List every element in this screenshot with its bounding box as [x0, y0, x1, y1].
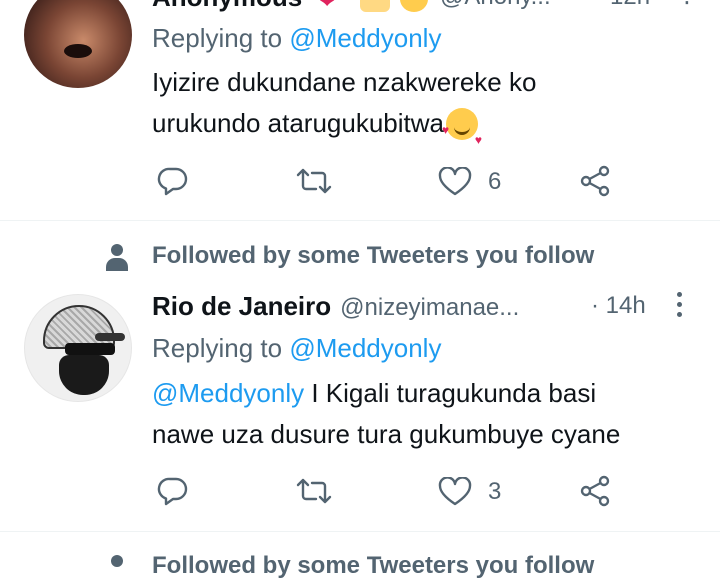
tweet-text-line: urukundo atarugukubitwa: [152, 108, 444, 138]
more-options-icon[interactable]: ⋮: [675, 0, 699, 8]
like-count: 3: [488, 478, 502, 505]
replying-prefix: Replying to: [152, 23, 283, 53]
replying-to: Replying to @Meddyonly: [152, 18, 441, 58]
social-context: Followed by some Tweeters you follow: [152, 242, 595, 269]
author-handle[interactable]: @nizeyimanae...: [340, 291, 519, 325]
emoji-icon: [360, 0, 390, 12]
tweet-text-line: nawe uza dusure tura gukumbuye cyane: [152, 419, 621, 449]
retweet-icon[interactable]: [296, 166, 332, 196]
smiling-hearts-emoji-icon: ♥ ♥: [442, 107, 482, 147]
retweet-icon[interactable]: [296, 476, 332, 506]
author-name[interactable]: Rio de Janeiro: [152, 289, 331, 323]
reply-icon[interactable]: [157, 476, 189, 506]
like-icon[interactable]: [438, 167, 472, 197]
avatar[interactable]: [24, 0, 132, 88]
emoji-icon: [400, 0, 428, 12]
replying-handle-link[interactable]: @Meddyonly: [289, 23, 441, 53]
like-count: 6: [488, 168, 502, 195]
heart-emoji-icon: ❤: [318, 0, 337, 13]
person-icon: [104, 553, 130, 583]
avatar[interactable]: [24, 294, 132, 402]
person-icon: [104, 242, 130, 272]
more-options-icon[interactable]: [676, 290, 682, 320]
timestamp[interactable]: · 14h: [591, 289, 646, 323]
divider: [0, 220, 720, 221]
replying-prefix: Replying to: [152, 333, 283, 363]
replying-to: Replying to @Meddyonly: [152, 328, 441, 368]
tweet-text-line: Iyizire dukundane nzakwereke ko: [152, 67, 537, 97]
author-handle[interactable]: @Anony...: [440, 0, 551, 12]
divider: [0, 531, 720, 532]
author-name[interactable]: Anonymous: [152, 0, 302, 12]
replying-handle-link[interactable]: @Meddyonly: [289, 333, 441, 363]
share-icon[interactable]: [579, 475, 613, 507]
like-icon[interactable]: [438, 477, 472, 507]
tweet-text: Iyizire dukundane nzakwereke ko urukundo…: [152, 62, 537, 147]
reply-icon[interactable]: [157, 166, 189, 196]
tweet-text-line: I Kigali turagukunda basi: [304, 378, 597, 408]
share-icon[interactable]: [579, 165, 613, 197]
social-context: Followed by some Tweeters you follow: [152, 552, 595, 579]
tweet-text: @Meddyonly I Kigali turagukunda basi naw…: [152, 373, 620, 455]
timestamp[interactable]: 12h: [610, 0, 650, 12]
mention-link[interactable]: @Meddyonly: [152, 378, 304, 408]
